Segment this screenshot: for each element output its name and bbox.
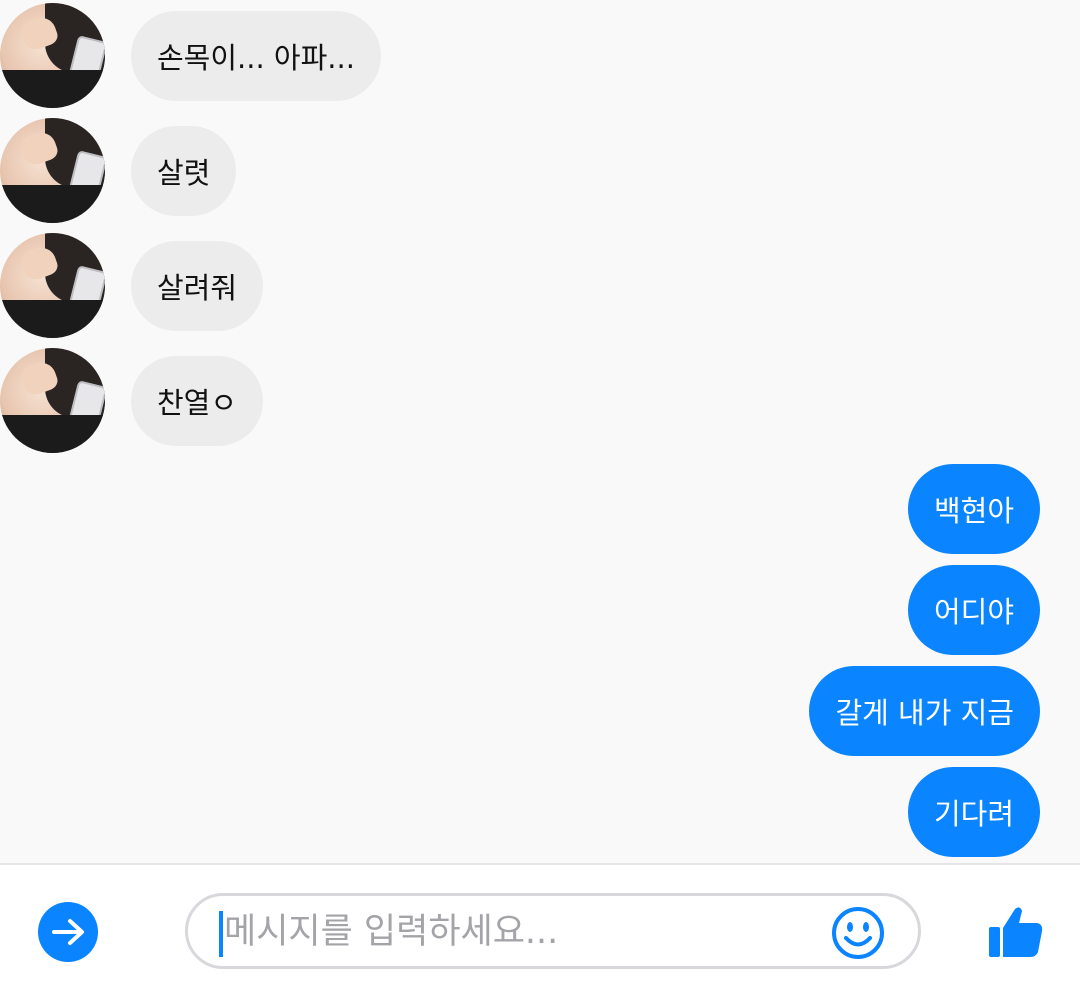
outgoing-message-bubble[interactable]: 백현아 [907,464,1040,554]
contact-avatar[interactable] [0,3,105,108]
thumbs-up-icon[interactable] [985,901,1045,961]
message-text: 어디야 [933,595,1014,629]
message-input-container[interactable] [185,893,921,969]
incoming-message-bubble[interactable]: 살렷 [131,126,237,216]
contact-avatar[interactable] [0,348,105,453]
contact-avatar[interactable] [0,118,105,223]
message-text: 손목이... 아파... [157,41,355,75]
message-text: 살렷 [157,156,211,190]
message-text: 갈게 내가 지금 [835,696,1014,730]
message-input[interactable] [224,906,824,958]
outgoing-message-bubble[interactable]: 갈게 내가 지금 [809,666,1040,756]
contact-avatar[interactable] [0,233,105,338]
incoming-message-bubble[interactable]: 찬열ㅇ [131,356,264,446]
message-text: 찬열ㅇ [157,386,238,420]
chat-thread: 손목이... 아파... 살렷 살려줘 찬열ㅇ 백현아 어디야 갈게 내가 지금… [0,0,1080,863]
message-composer [0,863,1080,987]
incoming-message-bubble[interactable]: 손목이... 아파... [131,11,381,101]
arrow-right-icon[interactable] [38,902,98,962]
message-text: 살려줘 [157,271,238,305]
message-text: 기다려 [933,797,1014,831]
outgoing-message-bubble[interactable]: 어디야 [907,565,1040,655]
incoming-message-bubble[interactable]: 살려줘 [131,241,264,331]
message-text: 백현아 [933,494,1014,528]
smiley-icon[interactable] [830,905,886,961]
text-caret [219,911,223,957]
outgoing-message-bubble[interactable]: 기다려 [907,767,1040,857]
